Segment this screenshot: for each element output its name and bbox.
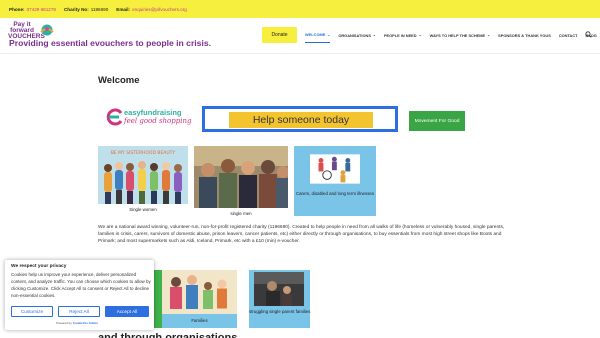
cookie-customize-button[interactable]: Customize [11, 306, 53, 317]
main-nav: WELCOME ⌄ ORGANISATIONS ⌄ PEOPLE IN NEED ⌄ … [305, 27, 600, 43]
chevron-down-icon: ⌄ [372, 33, 376, 37]
struggling-parents-image [254, 272, 304, 306]
image-caption-text: BE MY SISTERHOOD BEAUTY [111, 150, 176, 156]
nav-item-ways-to-help[interactable]: WAYS TO HELP THE SCHEME ⌄ [430, 27, 491, 43]
nav-label: PEOPLE IN NEED [383, 32, 417, 38]
site-header: Pay it forward VOUCHERS Providing essent… [0, 18, 600, 54]
powered-brand: CookieYes Admin [72, 321, 98, 325]
nav-item-contact[interactable]: CONTACT [559, 27, 578, 43]
page-title: Welcome [98, 75, 140, 86]
powered-prefix: Powered by [56, 321, 72, 325]
nav-label: WELCOME [305, 32, 326, 37]
section-subheading: and through organisations [98, 332, 238, 338]
chevron-down-icon: ⌄ [487, 33, 491, 37]
single-women-image: BE MY SISTERHOOD BEAUTY [98, 146, 188, 204]
easyfundraising-tagline: feel good shopping [124, 117, 192, 125]
top-info-bar: Phone: 07429 681278 Charity No: 1196690 … [0, 0, 600, 18]
donate-button[interactable]: Donate [262, 27, 297, 43]
phone-link[interactable]: 07429 681278 [27, 7, 56, 12]
card-caption: Families [191, 318, 208, 323]
cookie-consent-banner: We respect your privacy Cookies help us … [5, 260, 154, 330]
movement-for-good-button[interactable]: Movement For Good [409, 111, 465, 131]
cookie-title: We respect your privacy [11, 264, 67, 269]
easyfundraising-name: easyfundraising [124, 108, 182, 117]
help-banner-text: Help someone today [229, 112, 373, 128]
email-link[interactable]: enquiries@pifvouchers.org [132, 7, 187, 12]
cookie-powered-by[interactable]: Powered by CookieYes Admin [56, 321, 98, 325]
card-carers[interactable]: Carers, disabled and long term illnesses [294, 146, 376, 216]
nav-item-people-in-need[interactable]: PEOPLE IN NEED ⌄ [384, 27, 422, 43]
cookie-reject-button[interactable]: Reject All [58, 306, 100, 317]
nav-label: CONTACT [558, 32, 578, 38]
intro-paragraph: We are a national award winning, volunte… [98, 225, 505, 244]
card-single-women[interactable]: BE MY SISTERHOOD BEAUTY [98, 146, 188, 204]
card-caption: Single women [129, 207, 157, 212]
easyfundraising-e-icon [106, 108, 123, 126]
email-label: Email: [116, 6, 131, 12]
nav-label: SPONSORS & THANK YOUS [498, 32, 551, 38]
cookie-text: Cookies help us improve your experience,… [11, 272, 151, 298]
card-families[interactable]: Families [162, 270, 237, 328]
families-image [162, 270, 237, 314]
phone-label: Phone: [9, 6, 25, 12]
card-single-men[interactable] [194, 146, 288, 208]
card-caption: single men [230, 211, 252, 216]
nav-item-welcome[interactable]: WELCOME ⌄ [305, 27, 331, 43]
chevron-down-icon: ⌄ [327, 32, 331, 37]
easyfundraising-logo[interactable]: easyfundraising feel good shopping [105, 107, 193, 129]
carers-image [310, 154, 360, 184]
card-struggling-parents[interactable]: struggling single parent families [249, 270, 311, 328]
site-tagline: Providing essential evouchers to people … [9, 38, 212, 48]
nav-label: WAYS TO HELP THE SCHEME [429, 32, 486, 38]
card-caption: Carers, disabled and long term illnesses [295, 191, 375, 196]
single-men-image [194, 146, 288, 208]
chevron-down-icon: ⌄ [418, 33, 422, 37]
card-caption: struggling single parent families [249, 309, 311, 314]
charity-label: Charity No: [63, 6, 89, 12]
nav-item-organisations[interactable]: ORGANISATIONS ⌄ [338, 27, 376, 43]
search-icon[interactable] [585, 31, 592, 38]
help-someone-banner[interactable]: Help someone today [202, 106, 398, 132]
nav-label: ORGANISATIONS [338, 32, 371, 38]
nav-item-sponsors[interactable]: SPONSORS & THANK YOUS [498, 27, 551, 43]
charity-number: 1196690 [90, 6, 109, 12]
cookie-accept-button[interactable]: Accept All [105, 306, 149, 317]
logo-hands-icon [40, 24, 54, 36]
